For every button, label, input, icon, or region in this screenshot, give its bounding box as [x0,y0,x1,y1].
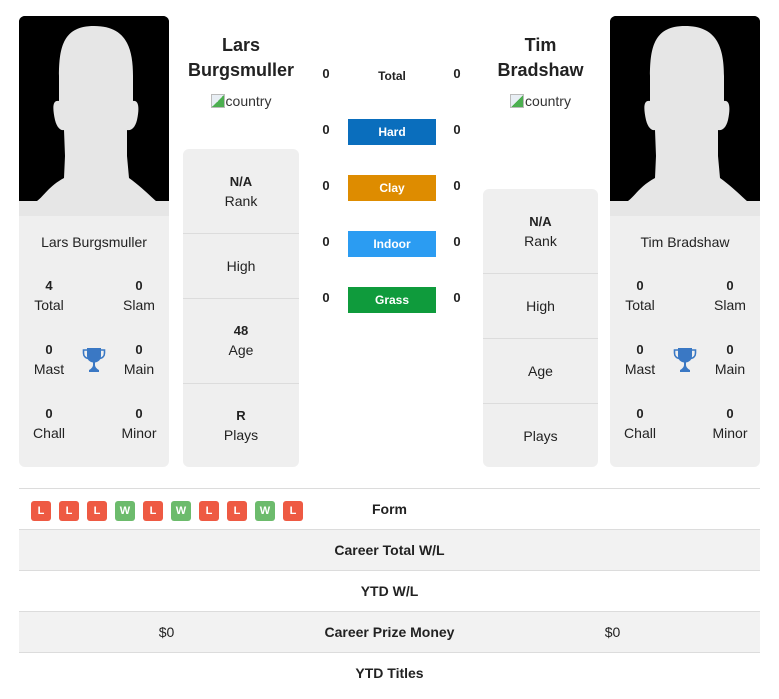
player-silhouette-icon [19,16,169,216]
ytd-titles-row: YTD Titles [19,652,760,693]
player2-card: Tim Bradshaw 0 Total 0 Slam 0 Mast 0 Mai… [610,216,760,467]
career-prize-money-row: $0 Career Prize Money $0 [19,611,760,652]
player2-heading[interactable]: Tim Bradshaw [483,33,598,83]
h2h-hard-p1: 0 [322,122,330,137]
player1-rank: N/A Rank [183,149,299,234]
surface-badge-indoor: Indoor [348,231,436,257]
player2-career-prize-money: $0 [604,624,621,640]
ytd-wl-row: YTD W/L [19,570,760,611]
player2-titles-minor: 0 Minor [712,406,748,441]
form-badge-win[interactable]: W [171,501,191,521]
form-badge-loss[interactable]: L [227,501,247,521]
player1-titles-slam: 0 Slam [123,278,155,313]
player2-titles-total: 0 Total [625,278,655,313]
form-badge-win[interactable]: W [115,501,135,521]
h2h-total-p1: 0 [322,66,330,81]
player2-last-name[interactable]: Bradshaw [483,58,598,83]
player2-info-box: N/A Rank High Age Plays [483,189,598,467]
ytd-wl-label: YTD W/L [360,583,419,599]
player2-name: Tim Bradshaw [640,234,730,250]
surface-badge-hard: Hard [348,119,436,145]
surface-badge-clay: Clay [348,175,436,201]
player1-card: Lars Burgsmuller 4 Total 0 Slam 0 Mast 0… [19,216,169,467]
form-badge-loss[interactable]: L [31,501,51,521]
h2h-total-p2: 0 [453,66,461,81]
h2h-clay-p1: 0 [322,178,330,193]
h2h-hard-p2: 0 [453,122,461,137]
form-row: LLLWLWLLWL Form [19,488,760,529]
h2h-grass-p2: 0 [453,290,461,305]
player1-age: 48 Age [183,299,299,384]
player1-name: Lars Burgsmuller [41,234,147,250]
career-total-wl-label: Career Total W/L [334,542,445,558]
player2-rank: N/A Rank [483,189,598,274]
broken-image-icon [510,94,525,108]
player1-heading[interactable]: Lars Burgsmuller [183,33,299,83]
player1-titles-chall: 0 Chall [33,406,65,441]
broken-image-icon [210,94,225,108]
h2h-clay-p2: 0 [453,178,461,193]
surface-badge-grass: Grass [348,287,436,313]
player-silhouette-icon [610,16,760,216]
h2h-total-label: Total [378,69,406,83]
player2-country-flag: country [483,93,598,109]
player1-country-flag: country [183,93,299,109]
h2h-indoor-p1: 0 [322,234,330,249]
ytd-titles-label: YTD Titles [355,665,424,681]
player2-plays: Plays [523,428,558,444]
h2h-grass-p1: 0 [322,290,330,305]
player1-first-name[interactable]: Lars [183,33,299,58]
player1-last-name[interactable]: Burgsmuller [183,58,299,83]
form-badge-loss[interactable]: L [59,501,79,521]
player2-titles-chall: 0 Chall [624,406,656,441]
player1-info-box: N/A Rank High 48 Age R Plays [183,149,299,467]
form-label: Form [372,501,407,517]
player2-titles-main: 0 Main [714,342,746,377]
career-total-wl-row: Career Total W/L [19,529,760,570]
player1-titles-mast: 0 Mast [33,342,65,377]
player2-photo [610,16,760,216]
player2-titles-mast: 0 Mast [624,342,656,377]
trophy-icon [82,348,106,372]
form-badge-loss[interactable]: L [87,501,107,521]
form-badge-loss[interactable]: L [199,501,219,521]
player1-photo [19,16,169,216]
trophy-icon [673,348,697,372]
player2-high: High [483,274,598,339]
player1-titles-main: 0 Main [123,342,155,377]
player2-age: Age [483,339,598,404]
form-badge-loss[interactable]: L [143,501,163,521]
player1-titles-minor: 0 Minor [121,406,157,441]
player2-first-name[interactable]: Tim [483,33,598,58]
h2h-indoor-p2: 0 [453,234,461,249]
player1-titles-total: 4 Total [34,278,64,313]
player1-plays: R Plays [223,408,259,443]
player2-titles-slam: 0 Slam [714,278,746,313]
player1-high: High [183,234,299,299]
